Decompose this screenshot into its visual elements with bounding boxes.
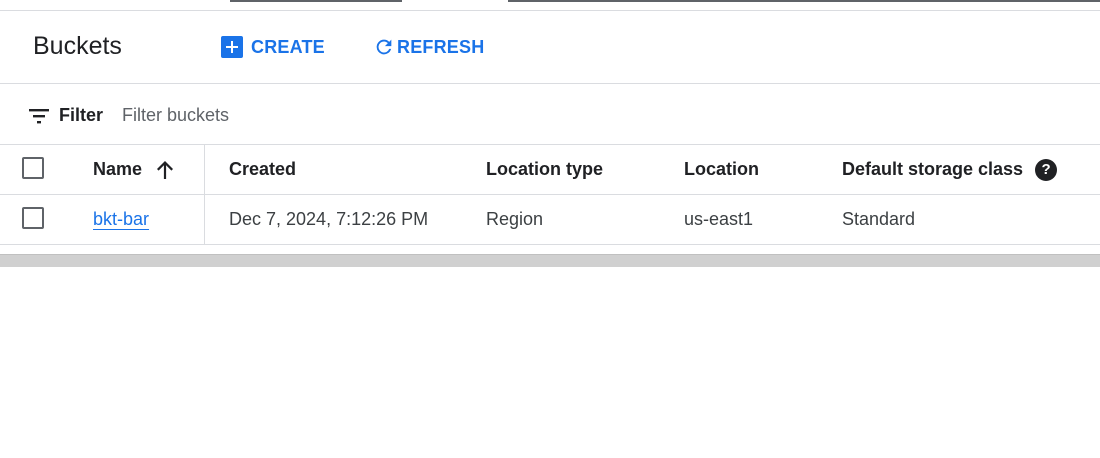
buckets-table: Name Created Location type Location Defa… bbox=[0, 145, 1100, 245]
select-all-checkbox[interactable] bbox=[22, 157, 44, 179]
create-button-label: CREATE bbox=[251, 36, 325, 57]
table-row: bkt-bar Dec 7, 2024, 7:12:26 PM Region u… bbox=[0, 195, 1100, 245]
tab-strip bbox=[0, 0, 1100, 11]
refresh-button-label: REFRESH bbox=[397, 36, 485, 57]
column-header-location-type[interactable]: Location type bbox=[486, 145, 603, 194]
filter-buckets-input[interactable] bbox=[120, 100, 724, 130]
refresh-icon bbox=[372, 35, 396, 59]
table-header-row: Name Created Location type Location Defa… bbox=[0, 145, 1100, 195]
add-box-icon bbox=[221, 36, 243, 58]
bucket-name-link[interactable]: bkt-bar bbox=[93, 209, 149, 230]
created-cell: Dec 7, 2024, 7:12:26 PM bbox=[229, 209, 429, 229]
column-divider[interactable] bbox=[204, 145, 205, 194]
column-header-created[interactable]: Created bbox=[229, 145, 296, 194]
create-button[interactable]: CREATE bbox=[221, 33, 325, 61]
column-header-label: Name bbox=[93, 159, 143, 179]
storage-buckets-page: Buckets CREATE REFRESH Filter Filter buc… bbox=[0, 0, 1100, 458]
bucket-name-cell: bkt-bar bbox=[93, 195, 149, 244]
location-type-cell: Region bbox=[486, 209, 544, 229]
storage-class-cell: Standard bbox=[842, 209, 916, 229]
help-icon[interactable]: ? bbox=[1035, 158, 1058, 181]
column-header-location[interactable]: Location bbox=[684, 145, 759, 194]
refresh-button[interactable]: REFRESH bbox=[372, 33, 484, 61]
page-header: Buckets CREATE REFRESH bbox=[0, 11, 1100, 84]
filter-bar: Filter bbox=[0, 84, 1100, 145]
row-checkbox[interactable] bbox=[22, 207, 44, 229]
column-header-storage-class[interactable]: Default storage class ? bbox=[842, 145, 1058, 194]
page-title: Buckets bbox=[33, 32, 122, 60]
column-header-label: Default storage class bbox=[842, 159, 1024, 179]
arrow-upward-icon[interactable] bbox=[154, 159, 176, 181]
tab-indicator bbox=[508, 0, 1100, 2]
filter-label: Filter bbox=[59, 105, 104, 125]
location-cell: us-east1 bbox=[684, 209, 754, 229]
tab-indicator bbox=[230, 0, 402, 2]
column-header-name[interactable]: Name bbox=[93, 145, 176, 194]
horizontal-scrollbar[interactable] bbox=[0, 254, 1100, 267]
column-divider bbox=[204, 195, 205, 244]
filter-list-icon[interactable] bbox=[27, 104, 51, 128]
